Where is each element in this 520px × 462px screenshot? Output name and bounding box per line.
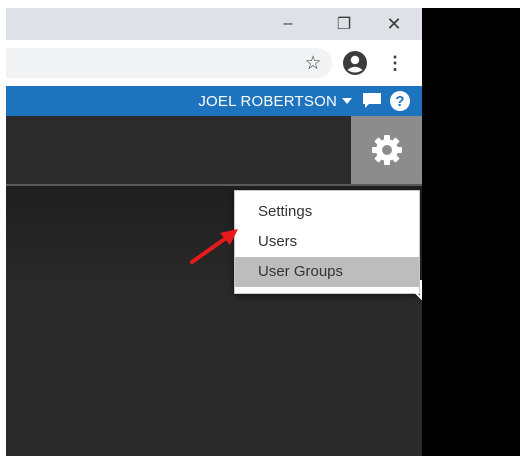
chat-bubble-icon[interactable] (362, 92, 382, 110)
browser-toolbar: ☆ ⋮ (6, 40, 422, 86)
menu-item-settings[interactable]: Settings (235, 197, 419, 227)
user-name-label: JOEL ROBERTSON (198, 92, 337, 110)
user-menu-toggle[interactable]: JOEL ROBERTSON (198, 93, 352, 110)
red-arrow-annotation (190, 229, 238, 264)
account-circle-icon[interactable] (342, 50, 368, 76)
menu-item-users[interactable]: Users (235, 227, 419, 257)
restore-button[interactable]: ❐ (324, 8, 364, 40)
app-top-nav: JOEL ROBERTSON ? (6, 86, 422, 116)
menu-item-user-groups[interactable]: User Groups (235, 257, 419, 287)
star-icon[interactable]: ☆ (298, 48, 328, 78)
browser-window: – ❐ ✕ ☆ ⋮ JOEL ROBERTSON ? Settings User… (6, 8, 422, 456)
settings-gear-button[interactable] (351, 116, 422, 184)
caret-down-icon (342, 98, 352, 104)
help-icon[interactable]: ? (390, 91, 410, 111)
black-side-panel (422, 8, 520, 456)
address-bar[interactable] (6, 48, 332, 78)
close-button[interactable]: ✕ (374, 8, 414, 40)
window-titlebar: – ❐ ✕ (6, 8, 422, 40)
minimize-button[interactable]: – (268, 8, 308, 40)
cursor-icon (414, 280, 422, 300)
gear-icon (371, 135, 402, 165)
more-vert-icon[interactable]: ⋮ (386, 50, 404, 76)
settings-dropdown-menu: Settings Users User Groups (234, 190, 420, 294)
